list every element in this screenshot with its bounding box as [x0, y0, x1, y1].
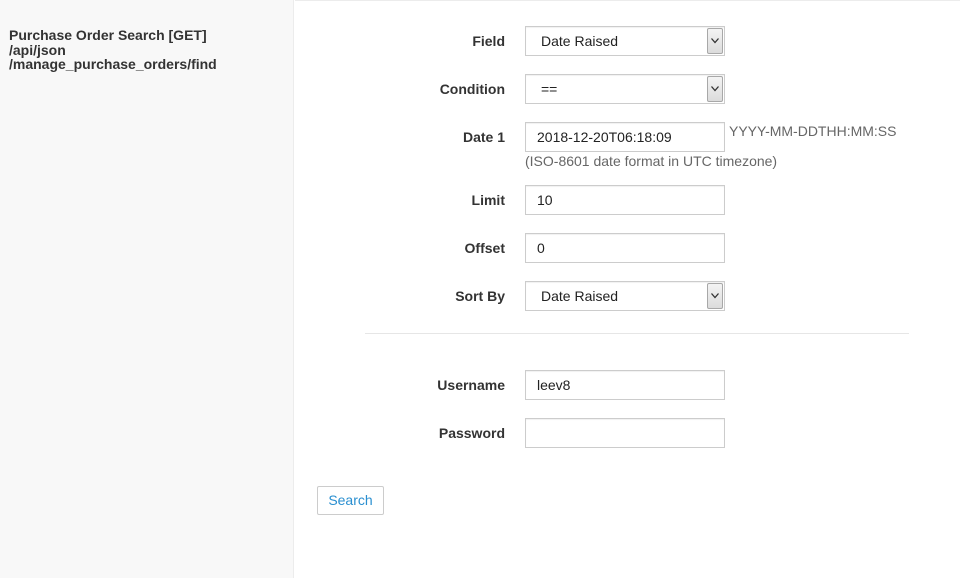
condition-select[interactable]: ==: [525, 74, 725, 104]
chevron-down-icon[interactable]: [707, 283, 723, 309]
username-input[interactable]: leev8: [525, 370, 725, 400]
condition-select-value: ==: [541, 81, 558, 97]
sidebar: Purchase Order Search [GET] /api/json /m…: [0, 0, 294, 578]
search-button[interactable]: Search: [317, 486, 384, 515]
sort-by-select[interactable]: Date Raised: [525, 281, 725, 311]
endpoint-path-line: /api/json: [9, 41, 66, 58]
limit-label: Limit: [471, 192, 505, 208]
password-label: Password: [438, 425, 505, 441]
chevron-down-icon[interactable]: [707, 76, 723, 102]
date1-label: Date 1: [462, 129, 505, 145]
condition-label: Condition: [439, 81, 505, 97]
username-label: Username: [437, 377, 505, 393]
endpoint-title-line: Purchase Order Search [GET]: [9, 27, 207, 43]
endpoint-path-line: /manage_purchase_orders/find: [9, 56, 217, 72]
field-label: Field: [472, 33, 505, 49]
password-input[interactable]: [525, 418, 725, 448]
field-select-value: Date Raised: [541, 33, 619, 49]
date-format-hint: YYYY-MM-DDTHH:MM:SS: [729, 123, 897, 139]
field-select[interactable]: Date Raised: [525, 26, 725, 56]
date-format-note: (ISO-8601 date format in UTC timezone): [525, 153, 778, 169]
offset-input[interactable]: 0: [525, 233, 725, 263]
limit-input[interactable]: 10: [525, 185, 725, 215]
sort-by-label: Sort By: [455, 288, 505, 304]
endpoint-title: Purchase Order Search [GET] /api/json /m…: [9, 28, 289, 72]
date1-input[interactable]: 2018-12-20T06:18:09: [525, 122, 725, 152]
chevron-down-icon[interactable]: [707, 28, 723, 54]
offset-label: Offset: [464, 240, 505, 256]
sort-by-select-value: Date Raised: [541, 288, 619, 304]
form-divider: [365, 333, 909, 334]
